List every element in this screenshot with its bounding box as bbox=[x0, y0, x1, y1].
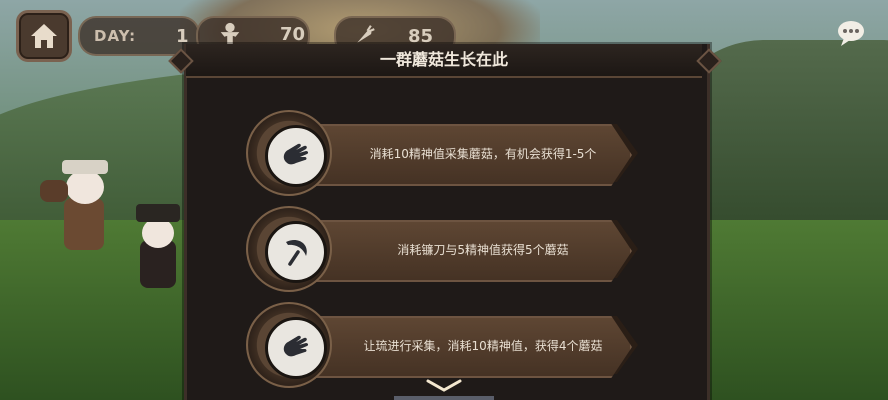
event-option-2[interactable]: 消耗镰刀与5精神值获得5个蘑菇 bbox=[242, 206, 654, 292]
option-text: 消耗镰刀与5精神值获得5个蘑菇 bbox=[397, 242, 569, 257]
people-value: 70 bbox=[280, 23, 306, 45]
option-icon-frame bbox=[246, 302, 332, 388]
home-button[interactable] bbox=[16, 10, 72, 62]
option-text: 消耗10精神值采集蘑菇，有机会获得1-5个 bbox=[369, 146, 597, 161]
option-text: 让琉进行采集，消耗10精神值，获得4个蘑菇 bbox=[363, 338, 603, 353]
character-pirate-girl[interactable] bbox=[128, 190, 188, 300]
event-option-1[interactable]: 消耗10精神值采集蘑菇，有机会获得1-5个 bbox=[242, 110, 654, 196]
home-icon bbox=[31, 24, 57, 48]
scroll-more-button[interactable] bbox=[424, 378, 464, 394]
chevron-down-icon bbox=[426, 379, 462, 392]
option-icon-frame bbox=[246, 206, 332, 292]
sickle-icon bbox=[286, 239, 307, 266]
chat-icon bbox=[838, 21, 864, 46]
panel-title: 一群蘑菇生长在此 bbox=[379, 50, 508, 69]
chat-button[interactable] bbox=[836, 18, 866, 48]
event-option-3[interactable]: 让琉进行采集，消耗10精神值，获得4个蘑菇 bbox=[242, 302, 654, 388]
bottom-tab-handle bbox=[394, 396, 494, 400]
character-rabbit-girl[interactable] bbox=[40, 150, 130, 270]
hand-grab-icon bbox=[283, 143, 309, 165]
day-label: DAY: bbox=[94, 27, 137, 45]
option-icon-frame bbox=[246, 110, 332, 196]
hand-grab-icon bbox=[283, 335, 309, 357]
